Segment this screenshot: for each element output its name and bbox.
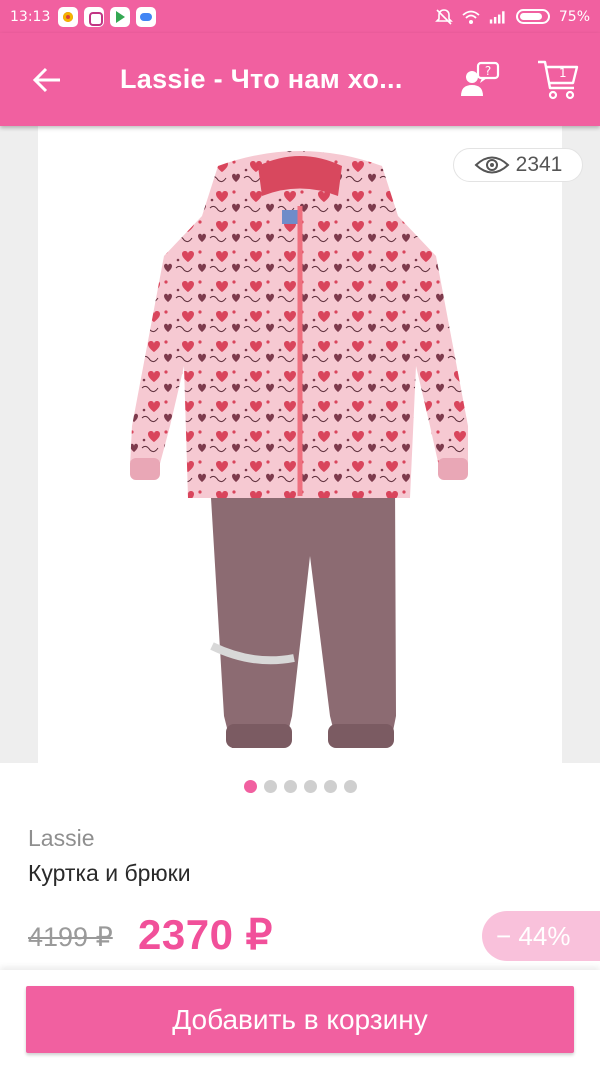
app-bar: Lassie - Что нам хо... ? 1	[0, 33, 600, 126]
battery-icon	[515, 9, 550, 24]
page-dot[interactable]	[343, 780, 357, 793]
page-dot[interactable]	[283, 780, 297, 793]
cart-button[interactable]: 1	[530, 53, 586, 107]
chrome-icon	[58, 6, 79, 27]
wifi-icon	[462, 10, 480, 24]
outfit-illustration	[130, 151, 468, 748]
page-dot[interactable]	[303, 780, 317, 793]
status-bar: 13:13 75%	[0, 0, 600, 33]
cart-icon	[538, 60, 579, 100]
gallery-pagination	[0, 780, 600, 794]
page-dot[interactable]	[263, 780, 277, 793]
support-chat-icon: ?	[461, 61, 500, 96]
old-price: 4199 ₽	[28, 922, 113, 952]
product-brand[interactable]: Lassie	[28, 825, 94, 852]
add-to-cart-button[interactable]: Добавить в корзину	[26, 986, 574, 1053]
page-dot[interactable]	[323, 780, 337, 793]
product-gallery[interactable]	[0, 126, 600, 763]
discount-badge: − 44%	[482, 911, 600, 961]
product-name: Куртка и брюки	[28, 860, 191, 886]
svg-text:?: ?	[485, 64, 491, 78]
page-title: Lassie - Что нам хо...	[120, 64, 403, 94]
battery-level: 75%	[558, 8, 590, 25]
views-count: 2341	[515, 153, 563, 176]
product-image[interactable]	[38, 126, 562, 763]
current-price: 2370 ₽	[138, 911, 273, 958]
instagram-icon	[84, 6, 105, 27]
page-dot[interactable]	[243, 780, 257, 793]
cloud-icon	[136, 6, 157, 27]
back-button[interactable]	[0, 33, 94, 126]
cart-count: 1	[559, 66, 567, 80]
eye-icon	[474, 156, 510, 174]
arrow-back-icon	[32, 67, 60, 92]
play-store-icon	[110, 6, 131, 27]
notifications-off-icon	[434, 8, 453, 25]
support-button[interactable]: ?	[452, 55, 506, 105]
signal-icon	[489, 10, 505, 24]
status-time: 13:13	[10, 8, 51, 25]
views-counter: 2341	[453, 148, 583, 182]
